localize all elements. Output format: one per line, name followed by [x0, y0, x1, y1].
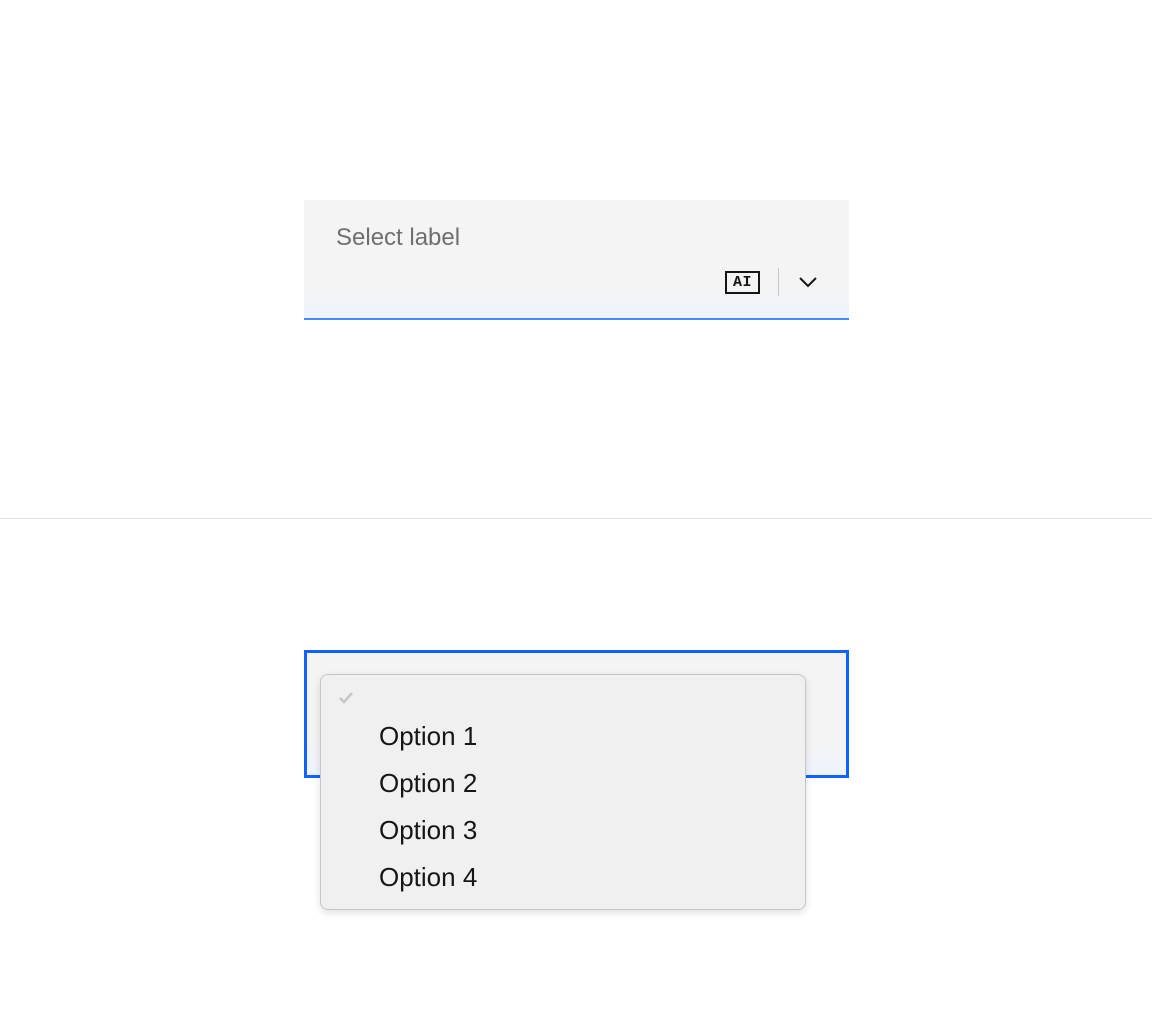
ai-badge-icon: AI — [725, 271, 760, 294]
select-icons-group: AI — [725, 268, 819, 296]
vertical-divider — [778, 268, 779, 296]
select-label: Select label — [336, 224, 817, 252]
select-closed-container: Select label AI — [304, 200, 849, 320]
section-divider — [0, 518, 1152, 519]
select-open-container: Option 1 Option 2 Option 3 Option 4 — [304, 650, 849, 778]
dropdown-option[interactable]: Option 4 — [321, 854, 805, 901]
select-closed[interactable]: Select label AI — [304, 200, 849, 320]
dropdown-option[interactable]: Option 3 — [321, 807, 805, 854]
dropdown-menu: Option 1 Option 2 Option 3 Option 4 — [320, 674, 806, 910]
dropdown-option[interactable]: Option 1 — [321, 713, 805, 760]
checkmark-icon — [337, 689, 355, 707]
dropdown-blank-selected[interactable] — [321, 683, 805, 713]
chevron-down-icon[interactable] — [797, 271, 819, 293]
dropdown-option[interactable]: Option 2 — [321, 760, 805, 807]
